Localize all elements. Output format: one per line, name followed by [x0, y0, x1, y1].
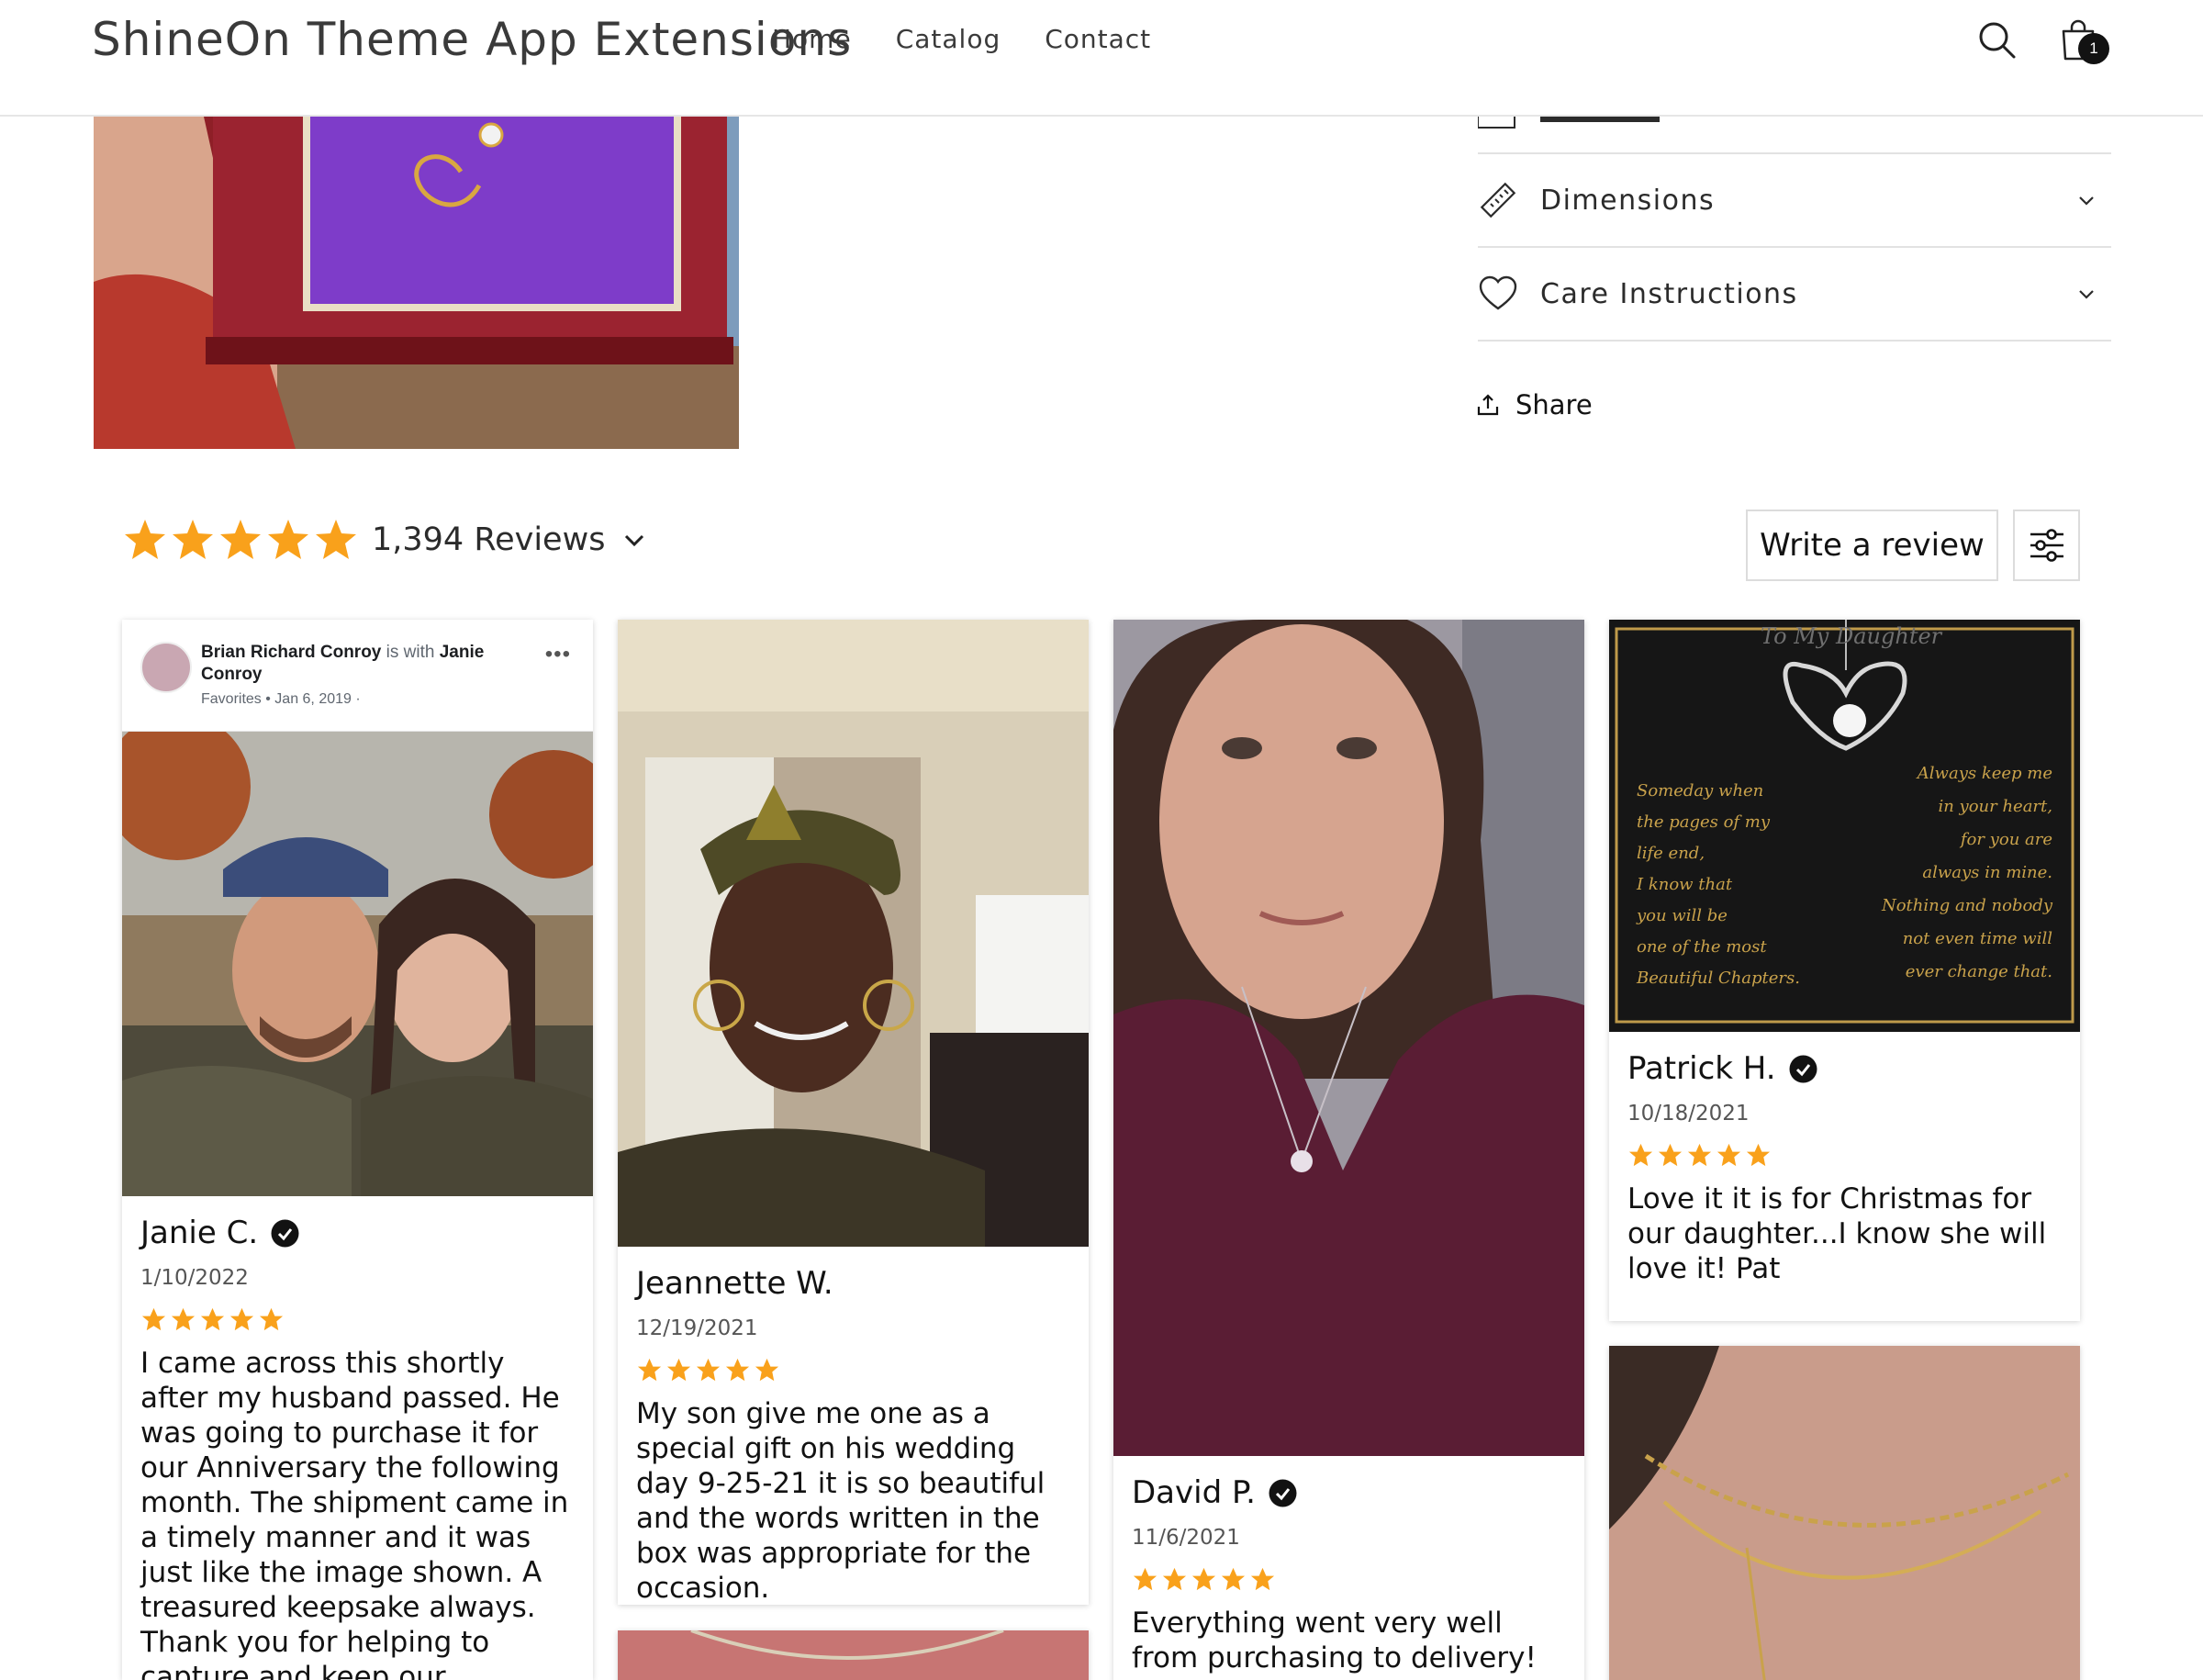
star-icon [171, 1307, 196, 1331]
star-icon [1191, 1567, 1216, 1591]
review-photo[interactable] [1113, 620, 1584, 1456]
review-text: Love it it is for Christmas for our daug… [1627, 1182, 2047, 1285]
star-icon [637, 1358, 662, 1382]
cart-count-badge: 1 [2078, 33, 2109, 64]
verified-check-icon [1269, 1479, 1297, 1506]
review-stars [1132, 1566, 1566, 1593]
star-icon [666, 1358, 691, 1382]
review-card[interactable]: To My Daughter Someday when the pages of… [1609, 620, 2080, 1321]
review-date: 11/6/2021 [1132, 1526, 1240, 1550]
star-icon [1658, 1143, 1683, 1167]
reviewer-name: David P. [1132, 1474, 1566, 1511]
review-count: 1,394 Reviews [372, 521, 606, 558]
chevron-down-icon [625, 534, 644, 547]
star-icon [1133, 1567, 1157, 1591]
review-photo[interactable] [1609, 1346, 2080, 1680]
review-text: I came across this shortly after my husb… [140, 1347, 569, 1680]
star-icon [229, 1307, 254, 1331]
site-header: ShineOn Theme App Extensions Home Catalo… [0, 0, 2203, 117]
write-review-button[interactable]: Write a review [1746, 510, 1998, 581]
star-icon [316, 520, 356, 559]
nav-home[interactable]: Home [772, 24, 852, 54]
share-icon [1477, 394, 1499, 416]
review-card[interactable] [1609, 1346, 2080, 1680]
verified-check-icon [271, 1219, 299, 1247]
review-date: 10/18/2021 [1627, 1102, 1750, 1126]
star-icon [696, 1358, 721, 1382]
star-icon [259, 1307, 284, 1331]
review-photo[interactable]: To My Daughter Someday when the pages of… [1609, 620, 2080, 1032]
star-icon [125, 520, 165, 559]
product-image[interactable] [94, 117, 739, 449]
search-icon[interactable] [1970, 13, 2025, 68]
card-left-verse: Someday when the pages of my life end, I… [1637, 781, 1800, 988]
post-meta: Favorites • Jan 6, 2019 · [201, 691, 361, 707]
more-options-icon: ••• [544, 642, 571, 666]
star-icon [1221, 1567, 1246, 1591]
reviews-summary[interactable]: 1,394 Reviews [122, 517, 647, 563]
star-icon [141, 1307, 166, 1331]
site-title[interactable]: ShineOn Theme App Extensions [92, 13, 852, 66]
review-photo-header: Brian Richard Conroy is with Janie Conroy… [122, 620, 593, 732]
review-text: My son give me one as a special gift on … [636, 1397, 1046, 1605]
star-icon [1250, 1567, 1275, 1591]
accordion-dimensions[interactable]: Dimensions [1478, 154, 2111, 248]
verified-check-icon [1789, 1055, 1817, 1082]
nav-contact[interactable]: Contact [1045, 24, 1151, 54]
review-card[interactable] [618, 1630, 1089, 1680]
star-icon [268, 520, 308, 559]
star-icon [755, 1358, 779, 1382]
sliders-icon [2030, 529, 2063, 562]
necklace-box-photo [94, 117, 739, 449]
star-icon [200, 1307, 225, 1331]
share-label: Share [1515, 389, 1593, 420]
review-stars [636, 1357, 1070, 1383]
star-icon [725, 1358, 750, 1382]
review-photo[interactable] [618, 1630, 1089, 1680]
card-right-verse: Always keep me in your heart, for you ar… [1881, 764, 2052, 981]
nav-catalog[interactable]: Catalog [896, 24, 1001, 54]
accordion-care-label: Care Instructions [1540, 277, 1798, 310]
share-button[interactable]: Share [1475, 389, 1593, 420]
reviewer-name: Jeannette W. [636, 1265, 833, 1302]
filter-button[interactable] [2013, 510, 2080, 581]
reviewer-name: Janie C. [140, 1215, 575, 1251]
review-photo[interactable] [618, 620, 1089, 1247]
card-title: To My Daughter [1761, 623, 1942, 649]
star-icon [1717, 1143, 1741, 1167]
accordion-dimensions-label: Dimensions [1540, 184, 1716, 217]
post-author-line: Brian Richard Conroy is with Janie Conroy [201, 643, 485, 684]
review-stars [140, 1306, 575, 1333]
chevron-down-icon [2079, 290, 2094, 299]
accordion-care-instructions[interactable]: Care Instructions [1478, 248, 2111, 342]
reviewer-name: Patrick H. [1627, 1050, 2062, 1087]
chevron-down-icon [2079, 196, 2094, 206]
review-card[interactable]: Jeannette W. 12/19/2021 My son give me o… [618, 620, 1089, 1605]
star-icon [1746, 1143, 1771, 1167]
review-text: Everything went very well from purchasin… [1132, 1607, 1537, 1680]
review-date: 12/19/2021 [636, 1316, 758, 1340]
star-icon [1162, 1567, 1187, 1591]
review-date: 1/10/2022 [140, 1266, 249, 1290]
review-stars [1627, 1142, 2062, 1169]
star-icon [1628, 1143, 1653, 1167]
review-card[interactable]: Brian Richard Conroy is with Janie Conroy… [122, 620, 593, 1680]
avatar [140, 642, 192, 693]
shipping-accordion-partial[interactable] [1478, 117, 2111, 152]
star-icon [220, 520, 261, 559]
star-icon [173, 520, 213, 559]
review-photo[interactable] [122, 732, 593, 1196]
review-card[interactable]: David P. 11/6/2021 Everything went very … [1113, 620, 1584, 1680]
main-nav: Home Catalog Contact [772, 24, 1151, 54]
star-icon [1687, 1143, 1712, 1167]
heart-icon [1479, 275, 1517, 310]
ruler-icon [1480, 182, 1516, 218]
